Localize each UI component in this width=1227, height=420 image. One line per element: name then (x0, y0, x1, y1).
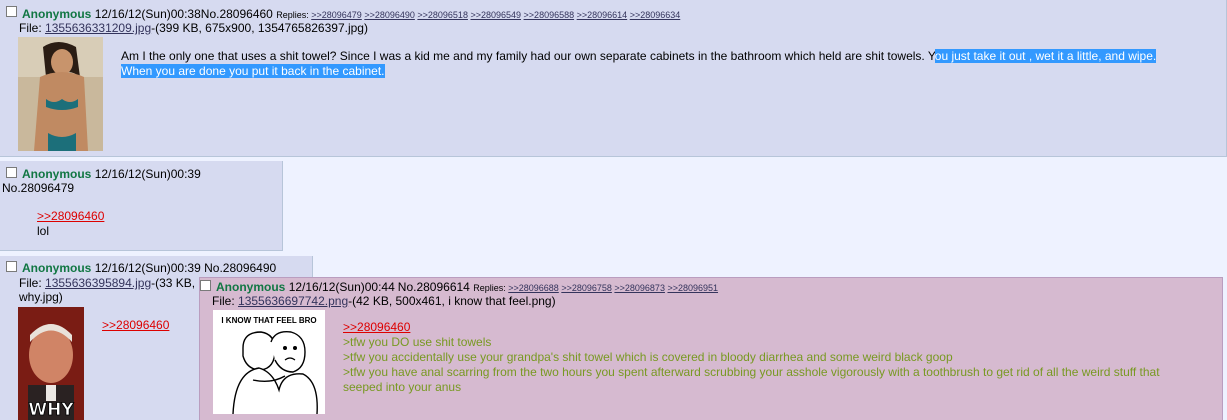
post-info: Anonymous 12/16/12(Sun)00:39 No.28096490 (22, 261, 276, 275)
file-link[interactable]: 1355636331209.jpg (45, 21, 151, 35)
feel-caption: I KNOW THAT FEEL BRO (221, 316, 316, 325)
file-link[interactable]: 1355636395894.jpg (45, 276, 151, 290)
file-info: File: 1355636697742.png-(42 KB, 500x461,… (212, 294, 556, 308)
post-message-line2: When you are done you put it back in the… (121, 64, 385, 78)
reply-backlink[interactable]: >>28096588 (524, 10, 575, 20)
post-info: Anonymous 12/16/12(Sun)00:38No.28096460 … (22, 7, 680, 22)
post-info: Anonymous 12/16/12(Sun)00:44 No.28096614 … (216, 280, 718, 295)
file-info: File: 1355636395894.jpg-(33 KB, (19, 276, 195, 290)
poster-name: Anonymous (22, 167, 92, 181)
poster-name: Anonymous (22, 7, 92, 21)
quote-link[interactable]: >>28096460 (102, 318, 169, 332)
reply-backlink[interactable]: >>28096634 (630, 10, 681, 20)
greentext-line: >tfw you accidentally use your grandpa's… (343, 350, 953, 364)
reply-post-28096479: Anonymous 12/16/12(Sun)00:39 No.28096479… (0, 161, 283, 251)
greentext-line: seeped into your anus (343, 380, 462, 394)
post-number[interactable]: No.28096490 (204, 261, 276, 275)
quote-link[interactable]: >>28096460 (343, 320, 410, 334)
file-meta: -(33 KB, (151, 276, 196, 290)
reply-backlink[interactable]: >>28096614 (577, 10, 628, 20)
greentext-line: >tfw you have anal scarring from the two… (343, 365, 1160, 379)
file-link[interactable]: 1355636697742.png (238, 294, 348, 308)
greentext-line: >tfw you DO use shit towels (343, 335, 492, 349)
post-number[interactable]: No.28096614 (398, 280, 470, 294)
selected-text: When you are done you put it back in the… (121, 64, 385, 78)
why-man-image: WHY (18, 307, 84, 420)
op-post: Anonymous 12/16/12(Sun)00:38No.28096460 … (0, 0, 1227, 157)
replies-label: Replies: (473, 283, 506, 293)
replies-list: Replies: >>28096479 >>28096490 >>2809651… (276, 10, 680, 20)
feel-bro-image: I KNOW THAT FEEL BRO (213, 310, 325, 414)
reply-post-28096614: Anonymous 12/16/12(Sun)00:44 No.28096614 … (199, 277, 1223, 420)
poster-name: Anonymous (216, 280, 286, 294)
reply-backlink[interactable]: >>28096479 (311, 10, 362, 20)
op-thumbnail[interactable] (18, 37, 103, 151)
post-number[interactable]: No.28096460 (201, 7, 273, 21)
post-info: Anonymous 12/16/12(Sun)00:39 (22, 167, 201, 181)
post-number[interactable]: No.28096479 (2, 181, 74, 195)
file-label: File: (212, 294, 235, 308)
post-datetime: 12/16/12(Sun)00:44 (288, 280, 395, 294)
reply-backlink[interactable]: >>28096518 (417, 10, 468, 20)
file-label: File: (19, 21, 42, 35)
file-info: File: 1355636331209.jpg-(399 KB, 675x900… (19, 21, 368, 35)
post-datetime: 12/16/12(Sun)00:38 (94, 7, 201, 21)
reply-backlink[interactable]: >>28096490 (364, 10, 415, 20)
post-message: lol (37, 224, 50, 238)
why-thumbnail[interactable]: WHY (18, 307, 84, 420)
file-meta-cont: why.jpg) (19, 290, 63, 304)
post-checkbox[interactable] (200, 280, 211, 291)
photo-image (18, 37, 103, 151)
file-meta: -(42 KB, 500x461, i know that feel.png) (348, 294, 556, 308)
post-datetime: 12/16/12(Sun)00:39 (94, 261, 201, 275)
reply-backlink[interactable]: >>28096758 (561, 283, 612, 293)
post-checkbox[interactable] (6, 261, 17, 272)
reply-backlink[interactable]: >>28096549 (470, 10, 521, 20)
selected-text: ou just take it out , wet it a little, a… (934, 49, 1157, 63)
post-checkbox[interactable] (6, 167, 17, 178)
why-caption: WHY (28, 400, 74, 420)
post-datetime: 12/16/12(Sun)00:39 (94, 167, 201, 181)
quote-link[interactable]: >>28096460 (37, 209, 104, 223)
post-checkbox[interactable] (6, 6, 17, 17)
replies-list: Replies: >>28096688 >>28096758 >>2809687… (473, 283, 718, 293)
replies-label: Replies: (276, 10, 309, 20)
reply-backlink[interactable]: >>28096688 (508, 283, 559, 293)
reply-backlink[interactable]: >>28096873 (614, 283, 665, 293)
reply-backlink[interactable]: >>28096951 (667, 283, 718, 293)
poster-name: Anonymous (22, 261, 92, 275)
feel-thumbnail[interactable]: I KNOW THAT FEEL BRO (213, 310, 325, 414)
message-text: Am I the only one that uses a shit towel… (121, 49, 935, 63)
file-meta: -(399 KB, 675x900, 1354765826397.jpg) (151, 21, 368, 35)
post-message: Am I the only one that uses a shit towel… (121, 49, 1157, 63)
file-label: File: (19, 276, 42, 290)
